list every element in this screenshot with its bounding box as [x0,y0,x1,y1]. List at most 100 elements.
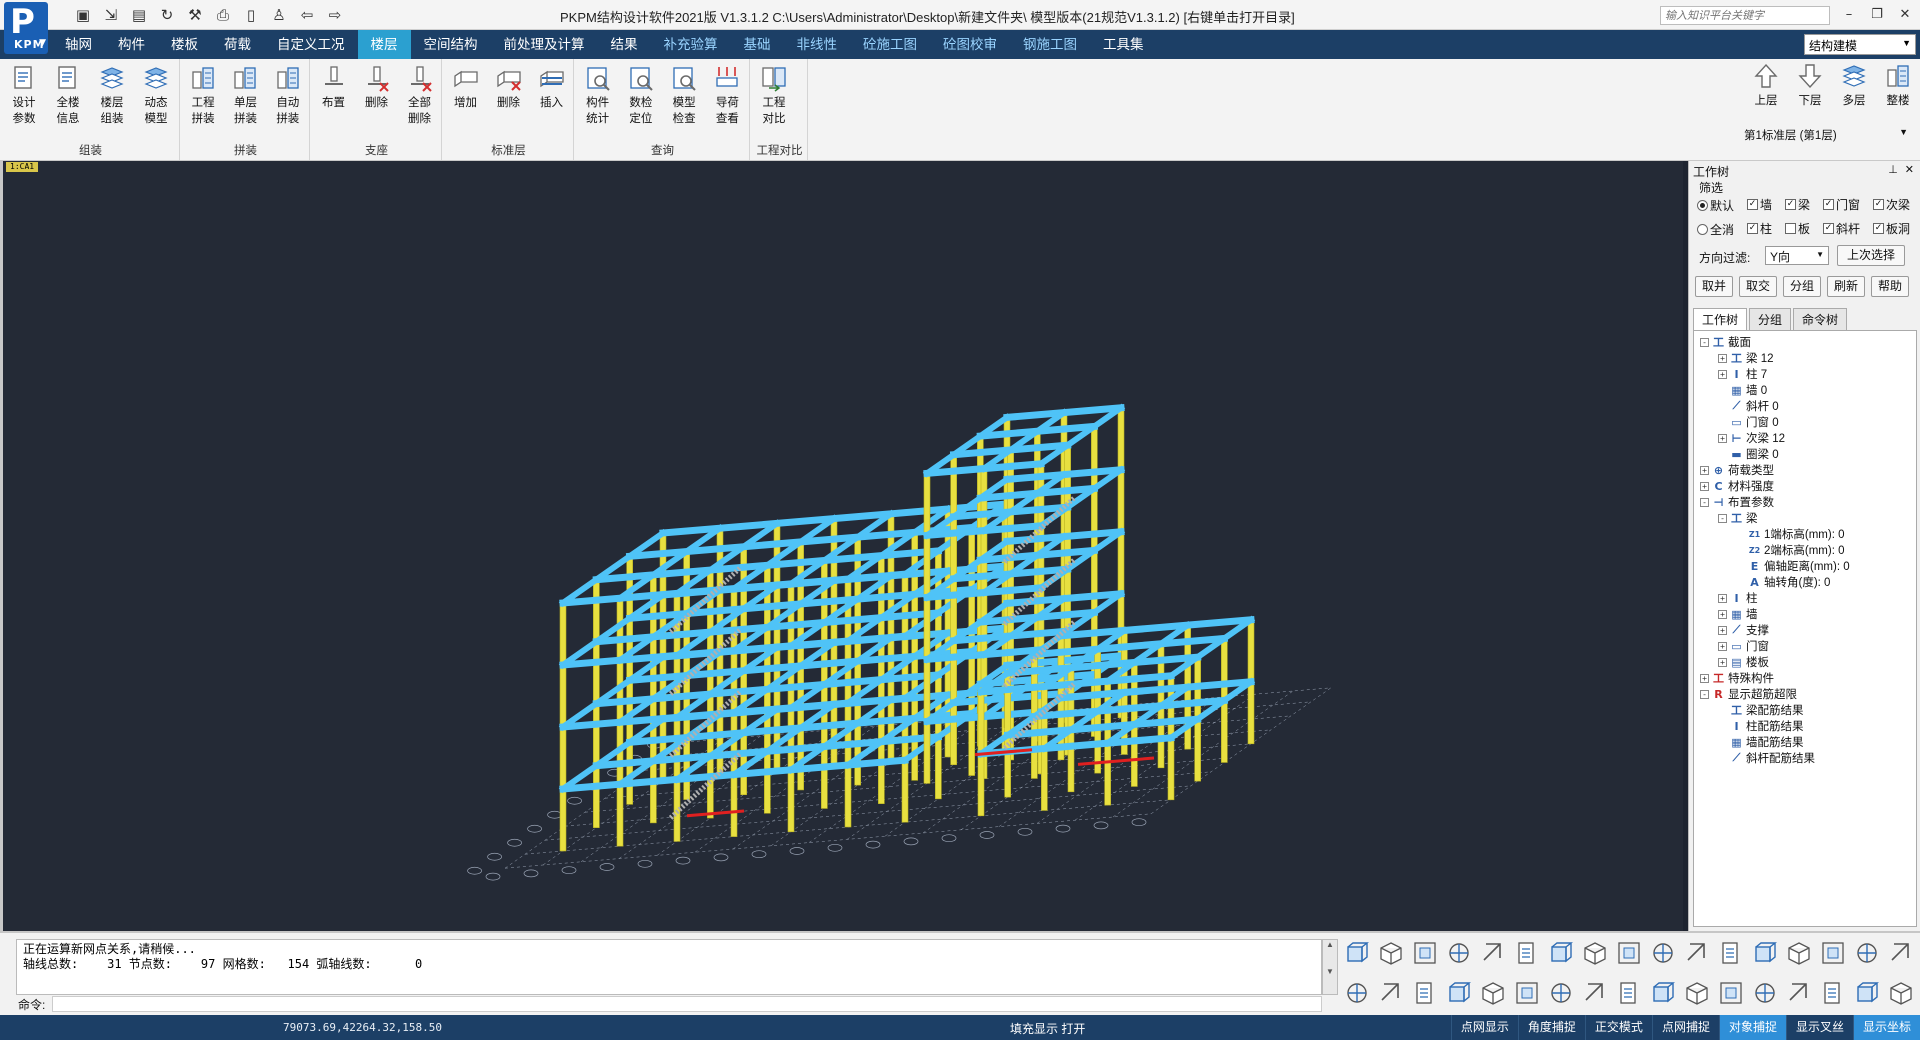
model-viewport[interactable]: 1:CA1 [0,161,1683,931]
radio-default[interactable]: 默认 [1697,197,1734,214]
filter-check-柱[interactable]: ✓ 柱 [1747,220,1772,237]
menu-item-15[interactable]: 工具集 [1090,30,1157,59]
arrow-down-button[interactable]: 下层 [1788,61,1832,109]
project-compare-button[interactable]: 工程 对比 [752,63,796,127]
menu-item-14[interactable]: 钢施工图 [1010,30,1090,59]
support-delete-button[interactable]: 删除 [355,63,398,127]
status-toggle-3[interactable]: 点网捕捉 [1651,1015,1719,1040]
work-tree[interactable]: - 工截面 + 工梁 12 + I 柱 7 ▦ 墙 0 ⟋ 斜杆 0 ▭ 门窗 0 + ⊢ 次梁 12 ▬ 圈梁 … [1693,330,1917,927]
tree-node[interactable]: + 工特殊构件 [1700,671,1774,685]
zoom-extents-icon[interactable] [1680,937,1714,969]
ruler-icon[interactable] [1340,977,1374,1009]
pin-icon[interactable]: ⊥ [1888,163,1898,176]
panel-button-4[interactable]: 帮助 [1871,276,1909,297]
viewport-tab-label[interactable]: 1:CA1 [6,162,39,172]
collapse-icon[interactable]: - [1700,497,1709,507]
view-window-icon[interactable] [1476,937,1510,969]
menu-item-13[interactable]: 砼图校审 [930,30,1010,59]
arrow-right-icon[interactable] [1850,977,1884,1009]
status-toggle-0[interactable]: 点网显示 [1450,1015,1518,1040]
arrow-left-icon[interactable] [1816,977,1850,1009]
snap-icon[interactable] [1476,977,1510,1009]
edit-icon[interactable] [1408,977,1442,1009]
panel-tab-1[interactable]: 分组 [1749,308,1792,330]
building-info-button[interactable]: 全楼 信息 [46,63,90,127]
back-icon[interactable]: ⇦ [296,4,318,26]
mode-select[interactable]: 结构建模 ▼ [1804,34,1916,55]
layer-add-icon[interactable] [1714,977,1748,1009]
member-stats-button[interactable]: 构件 统计 [576,63,619,127]
save-all-icon[interactable]: ▤ [128,4,150,26]
tree-node[interactable]: + I 柱 7 [1718,367,1767,381]
menu-item-10[interactable]: 基础 [731,30,784,59]
menu-item-9[interactable]: 补充验算 [651,30,731,59]
status-toggle-2[interactable]: 正交模式 [1584,1015,1652,1040]
expand-icon[interactable]: + [1718,657,1727,667]
save-as-icon[interactable]: ⇲ [100,4,122,26]
expand-icon[interactable]: + [1718,593,1727,603]
menu-item-1[interactable]: 构件 [105,30,158,59]
model-check-button[interactable]: 模型 检查 [663,63,706,127]
arrow-up-button[interactable]: 上层 [1744,61,1788,109]
filter-check-次梁[interactable]: ✓ 次梁 [1873,196,1910,213]
menu-item-8[interactable]: 结果 [598,30,651,59]
tree-node[interactable]: A 轴转角(度): 0 [1736,575,1830,590]
filter-check-板[interactable]: 板 [1785,220,1810,237]
floor-delete-button[interactable]: 删除 [487,63,530,111]
box-icon[interactable] [1680,977,1714,1009]
support-place-button[interactable]: 布置 [312,63,355,127]
building-icon[interactable] [1782,977,1816,1009]
direction-filter-select[interactable]: Y向 ▼ [1765,246,1829,265]
tree-node[interactable]: 工梁配筋结果 [1718,703,1804,717]
filter-check-梁[interactable]: ✓ 梁 [1785,196,1810,213]
support-delete-all-button[interactable]: 全部 删除 [398,63,441,127]
floor-add-button[interactable]: 增加 [444,63,487,111]
status-toggle-5[interactable]: 显示叉丝 [1785,1015,1853,1040]
dimension-icon[interactable] [1714,937,1748,969]
expand-icon[interactable]: + [1700,481,1709,491]
expand-icon[interactable]: + [1700,465,1709,475]
tree-node[interactable]: ▬ 圈梁 0 [1718,447,1778,462]
menu-item-3[interactable]: 荷载 [211,30,264,59]
preview-icon[interactable]: ▯ [240,4,262,26]
command-scrollbar[interactable]: ▲ ▼ [1322,939,1338,995]
delete-view-icon[interactable] [1782,937,1816,969]
panel-tab-0[interactable]: 工作树 [1693,308,1748,330]
menu-item-6[interactable]: 空间结构 [411,30,491,59]
collapse-icon[interactable]: - [1700,337,1709,347]
tree-node[interactable]: + ⟋ 支撑 [1718,623,1769,637]
measure-icon[interactable] [1374,977,1408,1009]
text-add-icon[interactable] [1816,937,1850,969]
panel-button-0[interactable]: 取并 [1695,276,1733,297]
view-front-icon[interactable] [1340,937,1374,969]
restore-icon[interactable]: ❐ [1866,4,1888,24]
tree-node[interactable]: + ⊢ 次梁 12 [1718,431,1785,445]
fill-display-status[interactable]: 填充显示 打开 [1010,1020,1085,1037]
clip-icon[interactable] [1578,977,1612,1009]
dynamic-model-button[interactable]: 动态 模型 [134,63,178,127]
tree-node[interactable]: ⟋ 斜杆 0 [1718,399,1779,413]
multi-floor-button[interactable]: 多层 [1832,61,1876,109]
tree-node[interactable]: + ▤ 楼板 [1718,655,1769,669]
tree-node[interactable]: E 偏轴距离(mm): 0 [1736,559,1850,574]
tree-node[interactable]: + ▦ 墙 [1718,607,1758,621]
tree-node[interactable]: -工梁 [1718,511,1758,525]
expand-icon[interactable]: + [1718,641,1727,651]
last-select-button[interactable]: 上次选择 [1837,245,1905,266]
expand-icon[interactable]: + [1718,625,1727,635]
dwg-icon[interactable] [1884,937,1918,969]
tree-node[interactable]: Z1 1端标高(mm): 0 [1736,527,1845,541]
panel-close-icon[interactable]: ✕ [1905,163,1914,176]
project-assemble-button[interactable]: 工程 拼装 [182,63,224,127]
status-toggle-6[interactable]: 显示坐标 [1852,1015,1920,1040]
expand-icon[interactable]: + [1700,673,1709,683]
auto-assemble-button[interactable]: 自动 拼装 [267,63,309,127]
tree-node[interactable]: + ⊕ 荷载类型 [1700,463,1774,477]
draw-icon[interactable] [1612,977,1646,1009]
view-right-icon[interactable] [1408,937,1442,969]
tree-node[interactable]: I 柱配筋结果 [1718,719,1803,734]
tree-node[interactable]: ⟋ 斜杆配筋结果 [1718,751,1815,765]
tree-node[interactable]: ▦ 墙配筋结果 [1718,735,1803,750]
user-icon[interactable]: ♙ [268,4,290,26]
tree-node[interactable]: - ⊣ 布置参数 [1700,495,1774,509]
